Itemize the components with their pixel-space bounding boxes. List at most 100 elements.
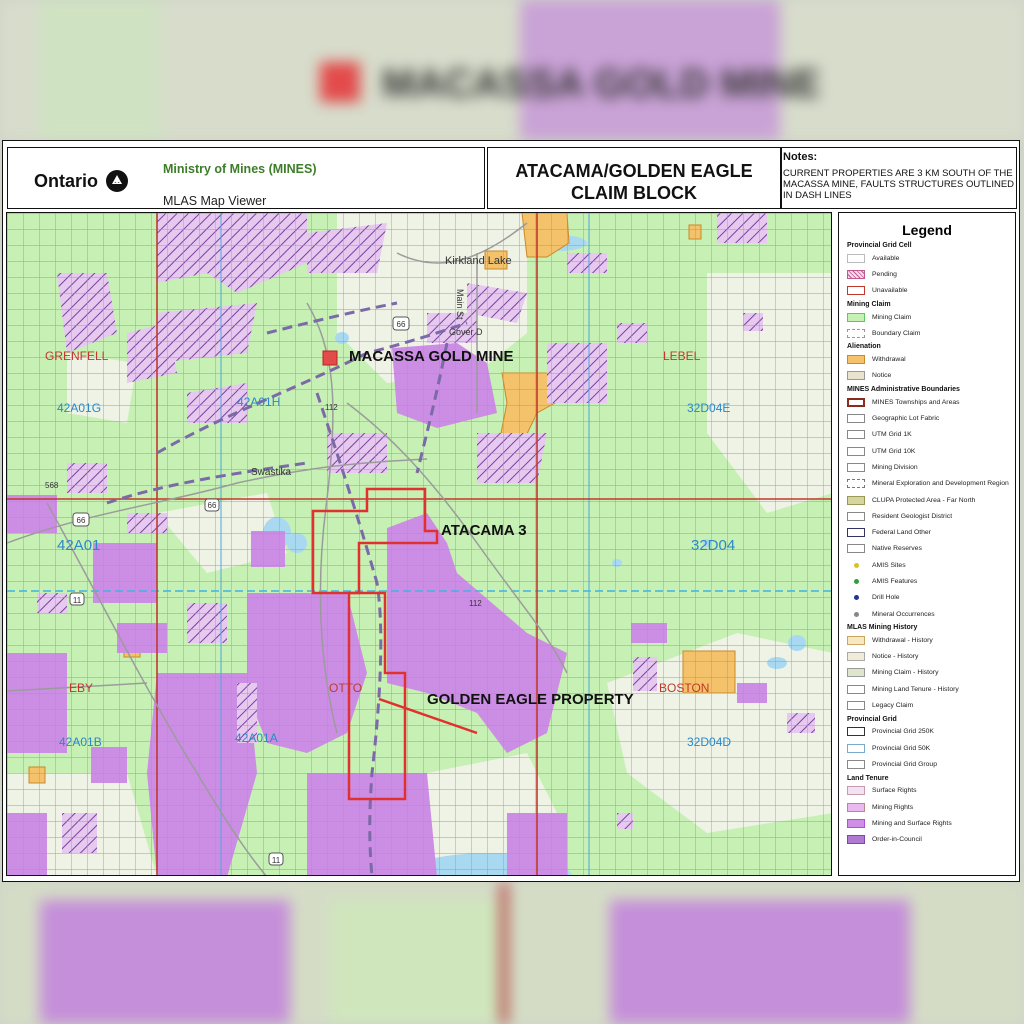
legend-item-label: Mining and Surface Rights bbox=[872, 819, 952, 827]
legend-item: Mining Claim - History bbox=[839, 665, 1015, 681]
legend-swatch-notice bbox=[847, 371, 865, 381]
legend-item-label: UTM Grid 1K bbox=[872, 431, 912, 439]
legend-item: Provincial Grid 50K bbox=[839, 740, 1015, 756]
legend-swatch-mining-surface bbox=[847, 818, 865, 828]
legend-item-label: Geographic Lot Fabric bbox=[872, 415, 940, 423]
background-title: MACASSA GOLD MINE bbox=[382, 62, 821, 106]
legend-dot-icon bbox=[853, 578, 859, 584]
legend-swatch-plain bbox=[847, 446, 865, 456]
legend-item: Geographic Lot Fabric bbox=[839, 410, 1015, 426]
legend-title: Legend bbox=[902, 222, 952, 238]
legend-swatch-plain bbox=[847, 511, 865, 521]
legend-swatch-plain bbox=[847, 684, 865, 694]
map-title-line1: ATACAMA/GOLDEN EAGLE bbox=[515, 161, 753, 181]
legend-item: Boundary Claim bbox=[839, 325, 1015, 341]
notes-text: CURRENT PROPERTIES ARE 3 KM SOUTH OF THE… bbox=[783, 168, 1015, 201]
legend-section-heading: MLAS Mining History bbox=[847, 624, 918, 632]
grid-label-42a01g: 42A01G bbox=[57, 401, 102, 415]
grid-label-32d04: 32D04 bbox=[691, 537, 736, 554]
legend-item-label: Provincial Grid 250K bbox=[872, 728, 934, 736]
legend-section-heading: MINES Administrative Boundaries bbox=[847, 386, 960, 394]
legend-swatch-pending bbox=[847, 269, 865, 279]
legend-item: MINES Townships and Areas bbox=[839, 394, 1015, 410]
legend-swatch-hist-withdrawal bbox=[847, 635, 865, 645]
legend-item-label: Mineral Occurrences bbox=[872, 610, 935, 618]
legend-section-heading: Provincial Grid bbox=[847, 715, 897, 723]
grid-label-32d04e: 32D04E bbox=[687, 401, 731, 415]
legend-swatch-townships bbox=[847, 397, 865, 407]
golden-eagle-property-label: GOLDEN EAGLE PROPERTY bbox=[427, 691, 634, 708]
ministry-header-box: Ontario Ministry of Mines (MINES) MLAS M… bbox=[7, 147, 485, 209]
map-view[interactable]: 66 66 66 11 11 MACASSA GOLD MINE ATACAMA… bbox=[6, 212, 832, 876]
township-eby: EBY bbox=[69, 681, 94, 695]
legend-swatch-clupa bbox=[847, 495, 865, 505]
macassa-mine-marker[interactable] bbox=[322, 350, 338, 366]
grid-label-42a01h: 42A01H bbox=[237, 395, 281, 409]
legend-swatch-oic bbox=[847, 835, 865, 845]
legend-swatch-plain bbox=[847, 701, 865, 711]
legend-item: Provincial Grid 250K bbox=[839, 724, 1015, 740]
legend-item: Drill Hole bbox=[839, 590, 1015, 606]
legend-swatch-unavailable bbox=[847, 286, 865, 296]
legend-swatch-mining-claim bbox=[847, 312, 865, 322]
legend-item: Withdrawal bbox=[839, 351, 1015, 367]
ministry-name: Ministry of Mines (MINES) bbox=[163, 162, 317, 176]
legend-swatch-grid250 bbox=[847, 727, 865, 737]
legend-swatch-plain bbox=[847, 414, 865, 424]
legend-item: CLUPA Protected Area - Far North bbox=[839, 492, 1015, 508]
map-title-line2: CLAIM BLOCK bbox=[571, 183, 697, 203]
legend-item: Surface Rights bbox=[839, 783, 1015, 799]
legend-item-label: Withdrawal bbox=[872, 356, 906, 364]
legend-section-heading: Alienation bbox=[847, 343, 881, 351]
svg-text:66: 66 bbox=[397, 320, 406, 329]
legend-item-label: Order-in-Council bbox=[872, 836, 922, 844]
legend-item-label: Notice bbox=[872, 372, 892, 380]
legend-item-label: Mining Land Tenure - History bbox=[872, 685, 959, 693]
legend-item: UTM Grid 10K bbox=[839, 443, 1015, 459]
legend-item: Native Reserves bbox=[839, 541, 1015, 557]
legend-swatch-hist-claim bbox=[847, 668, 865, 678]
legend-item: Order-in-Council bbox=[839, 832, 1015, 848]
svg-text:66: 66 bbox=[208, 501, 217, 510]
legend-swatch-boundary-claim bbox=[847, 328, 865, 338]
legend-item-label: Federal Land Other bbox=[872, 529, 931, 537]
legend-item-label: AMIS Sites bbox=[872, 561, 906, 569]
legend-swatch-plain bbox=[847, 430, 865, 440]
legend-item-label: Provincial Grid Group bbox=[872, 760, 937, 768]
legend-item-label: Mining Division bbox=[872, 463, 918, 471]
legend-item-label: Provincial Grid 50K bbox=[872, 744, 931, 752]
svg-text:11: 11 bbox=[73, 596, 82, 605]
legend-item-label: AMIS Features bbox=[872, 577, 918, 585]
legend-swatch-federal bbox=[847, 528, 865, 538]
grid-label-42a01: 42A01 bbox=[57, 537, 101, 554]
legend-item: Unavailable bbox=[839, 283, 1015, 299]
township-lebel: LEBEL bbox=[663, 349, 701, 363]
legend-item-label: Mineral Exploration and Development Regi… bbox=[872, 480, 1009, 488]
legend-item-label: Mining Claim bbox=[872, 313, 912, 321]
township-boston: BOSTON bbox=[659, 681, 710, 695]
legend-swatch-occurrence bbox=[847, 610, 865, 619]
legend-item: Pending bbox=[839, 266, 1015, 282]
svg-text:66: 66 bbox=[77, 516, 86, 525]
legend-item-label: UTM Grid 10K bbox=[872, 447, 916, 455]
legend-item: Mining Division bbox=[839, 459, 1015, 475]
legend-swatch-surface bbox=[847, 786, 865, 796]
grid-label-42a01b: 42A01B bbox=[59, 735, 102, 749]
legend-swatch-plain bbox=[847, 544, 865, 554]
legend-item: Provincial Grid Group bbox=[839, 756, 1015, 772]
macassa-gold-mine-label: MACASSA GOLD MINE bbox=[349, 348, 514, 365]
legend-item: Mining Claim bbox=[839, 309, 1015, 325]
atacama-3-label: ATACAMA 3 bbox=[441, 522, 527, 539]
legend-item: Federal Land Other bbox=[839, 524, 1015, 540]
ontario-wordmark: Ontario bbox=[34, 171, 99, 191]
legend-item-label: CLUPA Protected Area - Far North bbox=[872, 496, 976, 504]
legend-item: Mineral Exploration and Development Regi… bbox=[839, 476, 1015, 492]
place-gover-d: Gover D bbox=[449, 327, 483, 337]
legend-item: Resident Geologist District bbox=[839, 508, 1015, 524]
legend-item: Notice - History bbox=[839, 649, 1015, 665]
road-number-112: 112 bbox=[325, 403, 338, 412]
legend-dot-icon bbox=[853, 595, 859, 601]
road-number-112-south: 112 bbox=[469, 599, 482, 608]
legend-item: Withdrawal - History bbox=[839, 632, 1015, 648]
legend-section-heading: Provincial Grid Cell bbox=[847, 242, 912, 249]
